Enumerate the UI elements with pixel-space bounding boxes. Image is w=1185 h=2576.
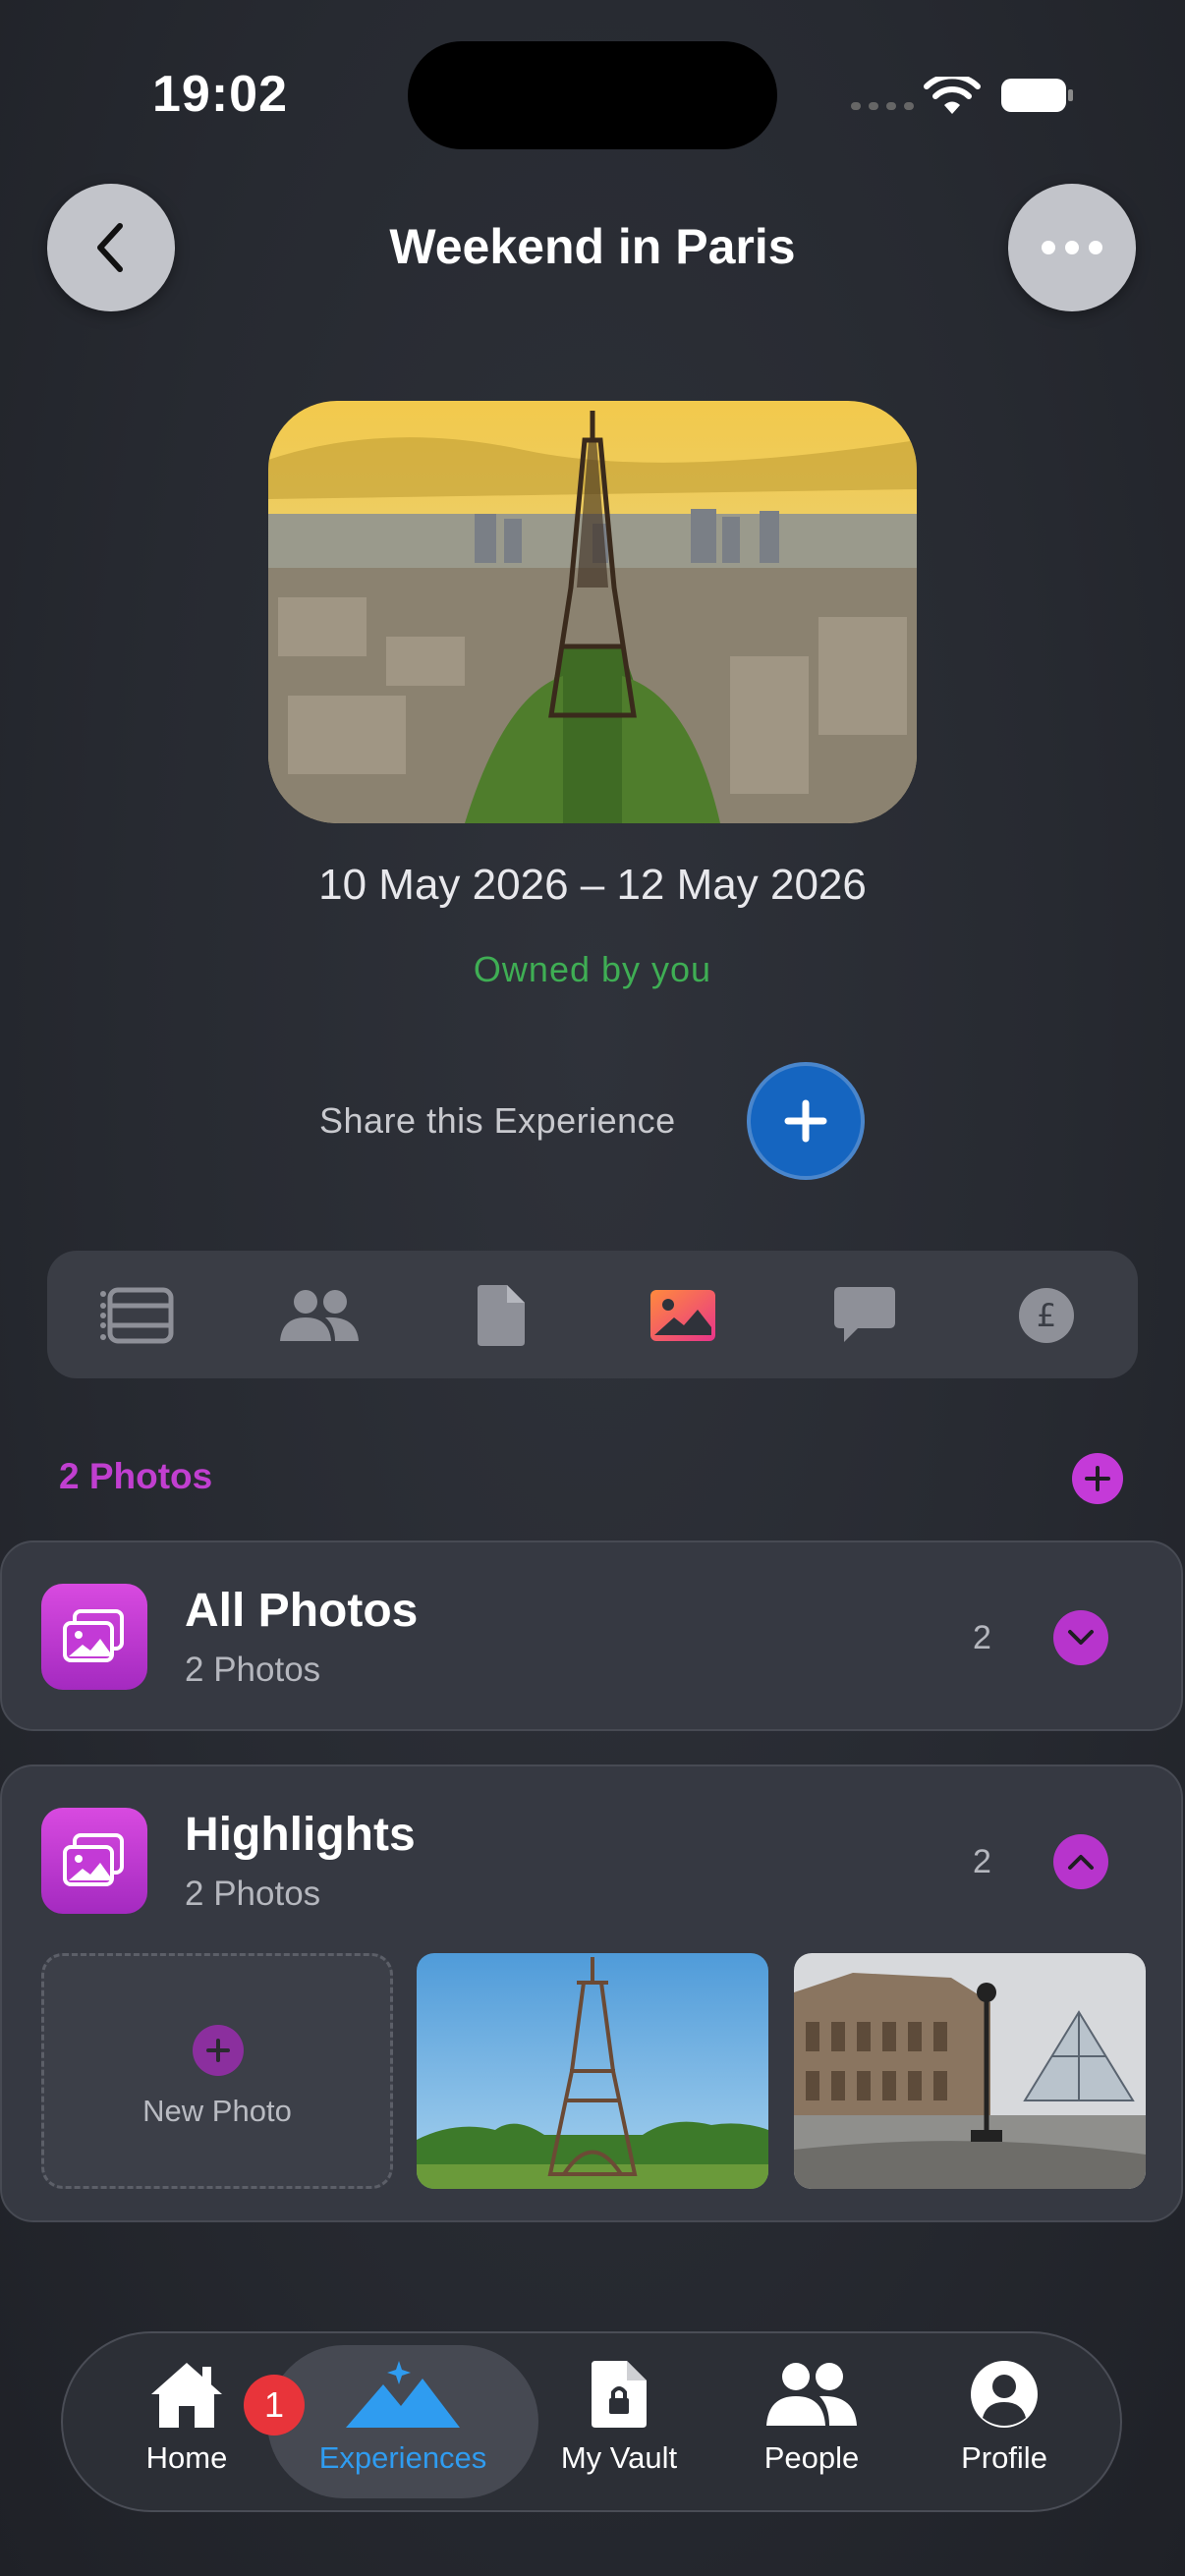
chat-icon [834, 1287, 895, 1342]
album-title: Highlights [185, 1809, 416, 1861]
tab-people[interactable] [278, 1274, 361, 1357]
collapse-button[interactable] [1053, 1834, 1108, 1889]
vault-icon [592, 2361, 647, 2428]
nav-experiences[interactable]: Experiences [305, 2359, 501, 2476]
tab-documents[interactable] [460, 1274, 542, 1357]
new-photo-label: New Photo [142, 2094, 292, 2128]
nav-label: People [763, 2440, 860, 2475]
status-time: 19:02 [152, 66, 288, 123]
svg-text:£: £ [1037, 1297, 1056, 1334]
album-title: All Photos [185, 1585, 419, 1637]
ellipsis-icon [1042, 241, 1102, 254]
share-button[interactable] [747, 1062, 865, 1180]
album-count: 2 [973, 1619, 991, 1656]
photo-count-label: 2 Photos [59, 1456, 213, 1496]
bottom-navigation: Home 1 Experiences My Vault People Profi… [61, 2331, 1122, 2512]
tab-timeline[interactable] [96, 1274, 179, 1357]
nav-my-vault[interactable]: My Vault [521, 2359, 717, 2476]
photo-thumbnail[interactable] [794, 1953, 1146, 2189]
nav-label: My Vault [560, 2440, 678, 2475]
chevron-up-icon [1068, 1855, 1094, 1870]
share-label: Share this Experience [319, 1100, 676, 1141]
album-subtitle: 2 Photos [185, 1875, 321, 1913]
album-icon [41, 1808, 147, 1914]
nav-label: Home [145, 2440, 228, 2475]
nav-label: Experiences [318, 2440, 487, 2475]
signal-icon [851, 102, 914, 110]
add-photo-button[interactable] [1072, 1453, 1123, 1504]
owner-label: Owned by you [473, 949, 712, 989]
mountains-icon [346, 2361, 460, 2428]
album-card-all-photos[interactable]: All Photos 2 Photos 2 [0, 1540, 1183, 1731]
plus-icon [784, 1099, 827, 1143]
album-card-highlights[interactable]: Highlights 2 Photos 2 New Photo [0, 1764, 1183, 2222]
photos-icon [650, 1290, 715, 1341]
dynamic-island [408, 41, 777, 149]
people-icon [280, 1290, 359, 1341]
chevron-down-icon [1068, 1630, 1094, 1645]
notification-badge: 1 [244, 2375, 305, 2436]
plus-icon [193, 2025, 244, 2076]
experience-cover-image [268, 401, 917, 823]
album-count: 2 [973, 1843, 991, 1880]
tab-chat[interactable] [823, 1274, 906, 1357]
tab-expenses[interactable]: £ [1005, 1274, 1088, 1357]
document-icon [478, 1285, 525, 1346]
more-options-button[interactable] [1008, 184, 1136, 311]
people-icon [766, 2363, 857, 2426]
new-photo-button[interactable]: New Photo [41, 1953, 393, 2189]
timeline-icon [100, 1287, 174, 1344]
pound-icon: £ [1019, 1288, 1074, 1343]
nav-people[interactable]: People [713, 2359, 910, 2476]
section-tab-bar: £ [47, 1251, 1138, 1378]
wifi-icon [924, 77, 981, 114]
battery-icon [1001, 79, 1073, 112]
plus-icon [1085, 1466, 1110, 1491]
album-subtitle: 2 Photos [185, 1651, 321, 1689]
photo-thumbnail[interactable] [417, 1953, 768, 2189]
nav-home[interactable]: Home 1 [88, 2359, 305, 2476]
profile-icon [971, 2361, 1038, 2428]
expand-button[interactable] [1053, 1610, 1108, 1665]
tab-photos[interactable] [642, 1274, 724, 1357]
nav-profile[interactable]: Profile [906, 2359, 1102, 2476]
album-icon [41, 1584, 147, 1690]
home-icon [151, 2363, 222, 2428]
nav-label: Profile [961, 2440, 1047, 2475]
experience-dates: 10 May 2026 – 12 May 2026 [318, 861, 867, 909]
